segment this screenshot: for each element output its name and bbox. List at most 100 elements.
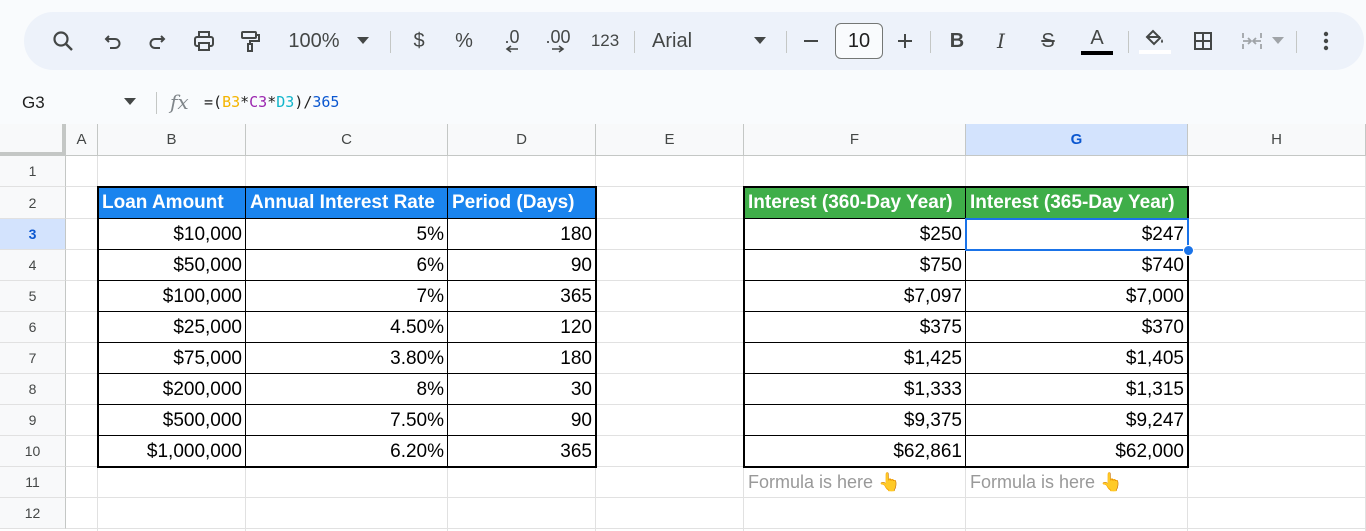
table-cell[interactable]: $740 — [966, 250, 1188, 281]
table-cell[interactable]: $375 — [744, 312, 966, 343]
table-cell[interactable]: $75,000 — [98, 343, 246, 374]
table-cell[interactable]: $25,000 — [98, 312, 246, 343]
table-cell[interactable]: 180 — [448, 219, 596, 250]
table-cell[interactable]: $1,315 — [966, 374, 1188, 405]
table-cell[interactable]: $7,097 — [744, 281, 966, 312]
formula-note[interactable]: Formula is here 👆 — [744, 467, 966, 498]
formula-note[interactable]: Formula is here 👆 — [966, 467, 1188, 498]
table-cell[interactable]: $247 — [966, 219, 1188, 250]
table-cell[interactable]: 365 — [448, 436, 596, 467]
row-header-6[interactable]: 6 — [0, 312, 66, 343]
bold-button[interactable]: B — [944, 12, 970, 70]
table-cell[interactable]: 90 — [448, 405, 596, 436]
zoom-dropdown-icon[interactable] — [352, 12, 374, 70]
column-header-f[interactable]: F — [744, 124, 966, 156]
italic-button[interactable]: I — [988, 12, 1014, 70]
table-cell[interactable]: 120 — [448, 312, 596, 343]
formula-ref-d3: D3 — [276, 93, 295, 111]
table-cell[interactable]: 7.50% — [246, 405, 448, 436]
table-cell[interactable]: $750 — [744, 250, 966, 281]
table-cell[interactable]: 90 — [448, 250, 596, 281]
table-cell[interactable]: $62,000 — [966, 436, 1188, 467]
table-border-line — [744, 218, 1188, 219]
row-header-12[interactable]: 12 — [0, 498, 66, 529]
more-options-icon[interactable] — [1314, 12, 1338, 70]
table-cell[interactable]: $1,425 — [744, 343, 966, 374]
strikethrough-button[interactable]: S — [1034, 12, 1062, 70]
merge-cells-icon[interactable] — [1234, 12, 1270, 70]
row-header-2[interactable]: 2 — [0, 187, 66, 219]
table-cell[interactable]: $100,000 — [98, 281, 246, 312]
table-cell[interactable]: $1,000,000 — [98, 436, 246, 467]
more-formats-button[interactable]: 123 — [586, 12, 624, 70]
table-cell[interactable]: $62,861 — [744, 436, 966, 467]
table-cell[interactable]: $10,000 — [98, 219, 246, 250]
formula-input[interactable]: =(B3*C3*D3)/365 — [204, 93, 339, 111]
table-cell[interactable]: $250 — [744, 219, 966, 250]
font-family-select[interactable]: Arial — [652, 12, 762, 70]
table-cell[interactable]: $370 — [966, 312, 1188, 343]
column-header-a[interactable]: A — [66, 124, 98, 156]
fill-handle[interactable] — [1183, 245, 1194, 256]
column-header-h[interactable]: H — [1188, 124, 1366, 156]
merge-dropdown-icon[interactable] — [1270, 12, 1286, 70]
currency-format-button[interactable]: $ — [404, 12, 434, 70]
formula-token: )/ — [294, 93, 313, 111]
increase-decimal-button[interactable]: .00 — [538, 12, 578, 70]
loan-table-header[interactable]: Period (Days) — [448, 187, 596, 219]
loan-table-header[interactable]: Annual Interest Rate — [246, 187, 448, 219]
row-header-5[interactable]: 5 — [0, 281, 66, 312]
spreadsheet-grid[interactable]: A B C D E F G H 1 2 3 4 5 6 7 8 9 10 11 12 Loan Amount Annual… — [0, 124, 1366, 531]
undo-icon[interactable] — [98, 12, 128, 70]
table-cell[interactable]: $7,000 — [966, 281, 1188, 312]
decrease-font-size-button[interactable] — [798, 12, 824, 70]
table-cell[interactable]: $1,333 — [744, 374, 966, 405]
fill-color-button[interactable] — [1138, 12, 1172, 70]
column-header-b[interactable]: B — [98, 124, 246, 156]
table-cell[interactable]: 8% — [246, 374, 448, 405]
row-header-8[interactable]: 8 — [0, 374, 66, 405]
percent-format-button[interactable]: % — [449, 12, 479, 70]
table-cell[interactable]: $200,000 — [98, 374, 246, 405]
row-header-10[interactable]: 10 — [0, 436, 66, 467]
row-header-1[interactable]: 1 — [0, 156, 66, 187]
table-cell[interactable]: $1,405 — [966, 343, 1188, 374]
row-header-11[interactable]: 11 — [0, 467, 66, 498]
table-cell[interactable]: 6% — [246, 250, 448, 281]
table-cell[interactable]: 30 — [448, 374, 596, 405]
text-color-button[interactable]: A — [1080, 12, 1114, 70]
decrease-decimal-button[interactable]: .0 — [494, 12, 530, 70]
row-header-9[interactable]: 9 — [0, 405, 66, 436]
zoom-select[interactable]: 100% — [282, 12, 346, 70]
row-header-7[interactable]: 7 — [0, 343, 66, 374]
column-header-d[interactable]: D — [448, 124, 596, 156]
interest-table-header[interactable]: Interest (360-Day Year) — [744, 187, 966, 219]
column-header-g[interactable]: G — [966, 124, 1188, 156]
paint-format-icon[interactable] — [234, 12, 266, 70]
table-cell[interactable]: 6.20% — [246, 436, 448, 467]
print-icon[interactable] — [188, 12, 220, 70]
loan-table-header[interactable]: Loan Amount — [98, 187, 246, 219]
table-cell[interactable]: 365 — [448, 281, 596, 312]
table-cell[interactable]: $500,000 — [98, 405, 246, 436]
column-header-e[interactable]: E — [596, 124, 744, 156]
column-header-c[interactable]: C — [246, 124, 448, 156]
borders-icon[interactable] — [1188, 12, 1218, 70]
row-header-3[interactable]: 3 — [0, 219, 66, 250]
increase-font-size-button[interactable] — [892, 12, 918, 70]
table-cell[interactable]: 7% — [246, 281, 448, 312]
redo-icon[interactable] — [142, 12, 172, 70]
table-cell[interactable]: $9,375 — [744, 405, 966, 436]
search-menus-icon[interactable] — [48, 12, 78, 70]
interest-table-header[interactable]: Interest (365-Day Year) — [966, 187, 1188, 219]
table-cell[interactable]: 180 — [448, 343, 596, 374]
font-dropdown-icon[interactable] — [750, 12, 770, 70]
table-cell[interactable]: $50,000 — [98, 250, 246, 281]
table-cell[interactable]: 4.50% — [246, 312, 448, 343]
table-cell[interactable]: 3.80% — [246, 343, 448, 374]
table-cell[interactable]: $9,247 — [966, 405, 1188, 436]
table-cell[interactable]: 5% — [246, 219, 448, 250]
font-size-input[interactable]: 10 — [835, 23, 883, 59]
row-header-4[interactable]: 4 — [0, 250, 66, 281]
name-box-dropdown-icon[interactable] — [124, 98, 136, 106]
